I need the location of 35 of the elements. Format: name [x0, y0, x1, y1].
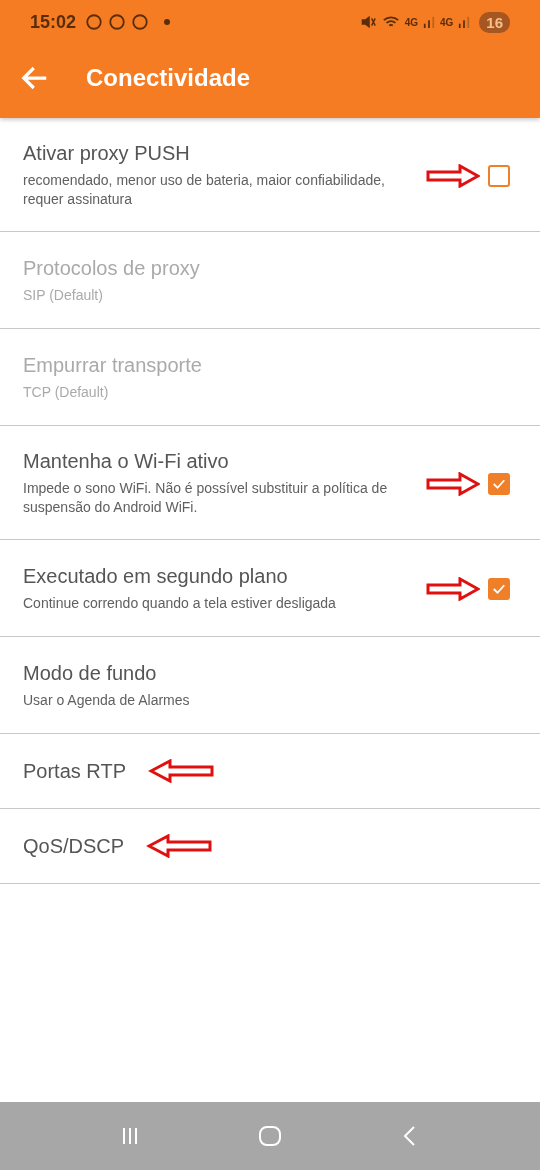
setting-title: Empurrar transporte	[23, 354, 202, 377]
page-title: Conectividade	[86, 64, 251, 92]
setting-title: Protocolos de proxy	[23, 257, 200, 280]
setting-title: Executado em segundo plano	[23, 565, 288, 588]
chat-icon	[131, 13, 150, 31]
setting-title: Portas RTP	[23, 759, 126, 783]
setting-summary: Impede o sono WiFi. Não é possível substituir a política de suspensão do Android WiFi.	[23, 479, 389, 517]
setting-item[interactable]: Mantenha o Wi-Fi ativo Impede o sono WiFi. Não é possível substituir a política de suspensão do Android WiFi.	[0, 426, 540, 540]
setting-summary: TCP (Default)	[23, 383, 110, 402]
setting-summary: Continue correndo quando a tela estiver desligada	[23, 594, 337, 613]
setting-item[interactable]: Portas RTP	[0, 734, 540, 809]
home-icon[interactable]	[258, 1124, 282, 1148]
setting-summary: SIP (Default)	[23, 286, 104, 305]
signal-icon	[422, 15, 435, 29]
signal-icon	[458, 15, 471, 29]
setting-title: QoS/DSCP	[23, 834, 125, 858]
network-label: 4G	[404, 16, 418, 28]
status-time: 15:02	[30, 11, 77, 33]
setting-summary: Usar o Agenda de Alarmes	[23, 691, 191, 710]
dot-icon	[164, 19, 171, 25]
chat-icon	[108, 13, 127, 31]
setting-item[interactable]: Modo de fundo Usar o Agenda de Alarmes	[0, 637, 540, 734]
setting-item[interactable]: Ativar proxy PUSH recomendado, menor uso de bateria, maior confiabilidade, requer assinatura	[0, 118, 540, 232]
battery-level: 16	[479, 11, 510, 33]
setting-title: Mantenha o Wi-Fi ativo	[23, 450, 229, 473]
chat-icon	[85, 13, 104, 31]
setting-item[interactable]: QoS/DSCP	[0, 809, 540, 884]
setting-item[interactable]: Executado em segundo plano Continue correndo quando a tela estiver desligada	[0, 540, 540, 637]
setting-summary: recomendado, menor uso de bateria, maior confiabilidade, requer assinatura	[23, 171, 386, 209]
network-label: 4G	[439, 16, 454, 28]
checkbox[interactable]	[488, 472, 510, 495]
checkbox[interactable]	[488, 164, 510, 187]
setting-title: Ativar proxy PUSH	[23, 142, 190, 165]
checkbox[interactable]	[488, 578, 510, 600]
setting-title: Modo de fundo	[23, 662, 157, 685]
